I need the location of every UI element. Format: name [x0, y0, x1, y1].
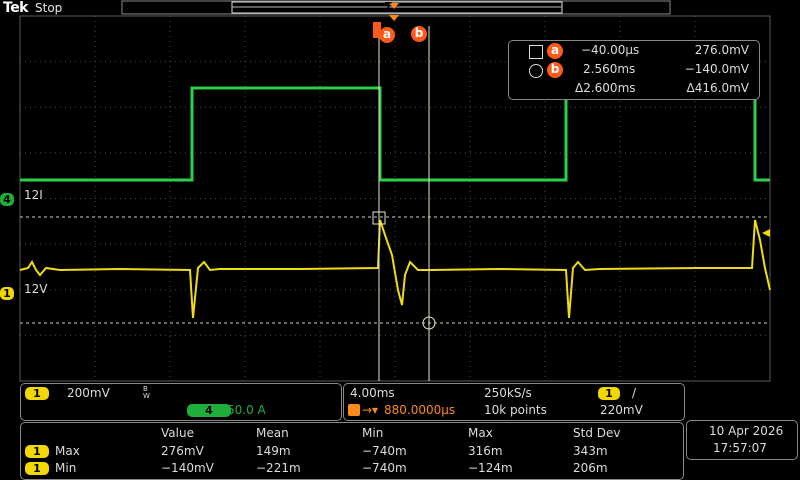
bandwidth-limit-icon: B W: [143, 385, 150, 400]
meas-name: Min: [55, 461, 77, 475]
meas-max: −124m: [468, 461, 513, 475]
cursor-b-time: 2.560ms: [583, 62, 636, 76]
trigger-marker-label: T: [385, 1, 392, 12]
brand-logo: Tek: [3, 0, 29, 16]
trigger-position-arrow: [389, 15, 399, 21]
cursor-a-time: −40.00µs: [581, 43, 640, 57]
trigger-source-badge[interactable]: 1: [598, 387, 620, 400]
meas-header-value: Value: [161, 426, 194, 440]
cursor-b-circle-icon: [529, 64, 543, 78]
ch1-trace: [19, 219, 771, 319]
horizontal-trigger-panel[interactable]: 4.00ms 250kS/s 1 / →▾ 880.0000µs 10k poi…: [343, 383, 685, 421]
cursor-delta-value: Δ416.0mV: [686, 81, 749, 95]
meas-mean: −221m: [256, 461, 301, 475]
cursor-a-square-icon: [529, 45, 543, 59]
ch4-ground-marker[interactable]: 4: [0, 188, 14, 207]
date-display: 10 Apr 2026: [709, 424, 784, 438]
time-display: 17:57:07: [713, 441, 767, 455]
meas-header-max: Max: [468, 426, 493, 440]
trigger-slope-icon: /: [632, 386, 637, 400]
ch1-label: 12V: [24, 282, 48, 296]
meas-min: −740m: [362, 444, 407, 458]
trigger-delay-arrow-icon: →▾: [362, 403, 379, 417]
trigger-delay-icon: [348, 404, 360, 416]
sample-rate: 250kS/s: [484, 386, 532, 400]
trigger-level: 220mV: [600, 403, 643, 417]
record-length: 10k points: [484, 403, 547, 417]
ch1-badge[interactable]: 1: [25, 387, 49, 400]
meas-max: 316m: [468, 444, 503, 458]
meas-value: 276mV: [161, 444, 204, 458]
meas-stddev: 343m: [573, 444, 608, 458]
cursor-delta-time: Δ2.600ms: [575, 81, 636, 95]
meas-header-mean: Mean: [256, 426, 289, 440]
trigger-delay: 880.0000µs: [384, 403, 456, 417]
vertical-settings-panel[interactable]: 1 200mV B W 4 50.0 A: [20, 383, 342, 421]
meas-ch-badge: 1: [25, 462, 49, 475]
meas-ch-badge: 1: [25, 445, 49, 458]
table-row[interactable]: 1 Max 276mV 149m −740m 316m 343m: [25, 444, 685, 460]
meas-value: −140mV: [161, 461, 214, 475]
cursor-b-value: −140.0mV: [684, 62, 749, 76]
datetime-panel: 10 Apr 2026 17:57:07: [686, 420, 798, 460]
meas-min: −740m: [362, 461, 407, 475]
run-state: Stop: [35, 1, 63, 15]
meas-stddev: 206m: [573, 461, 608, 475]
cursor-b-badge: b: [547, 62, 563, 78]
cursor-readout-panel[interactable]: a −40.00µs 276.0mV b 2.560ms −140.0mV Δ2…: [508, 40, 760, 100]
table-row[interactable]: 1 Min −140mV −221m −740m −124m 206m: [25, 461, 685, 477]
measurements-panel[interactable]: Value Mean Min Max Std Dev 1 Max 276mV 1…: [20, 422, 684, 480]
cursor-a-badge: a: [547, 43, 563, 59]
ch1-ground-marker[interactable]: 1: [0, 282, 14, 301]
ch1-scale: 200mV: [67, 386, 110, 400]
time-per-division: 4.00ms: [350, 386, 395, 400]
ch4-badge[interactable]: 4: [187, 404, 231, 417]
ch4-scale: 50.0 A: [227, 403, 266, 417]
cursor-a-tag[interactable]: a: [373, 22, 395, 43]
meas-name: Max: [55, 444, 80, 458]
meas-header-stddev: Std Dev: [573, 426, 621, 440]
trigger-level-marker[interactable]: [762, 229, 770, 237]
cursor-a-value: 276.0mV: [694, 43, 749, 57]
ch4-label: 12I: [24, 188, 43, 202]
meas-mean: 149m: [256, 444, 291, 458]
meas-header-min: Min: [362, 426, 384, 440]
cursor-b-tag[interactable]: b: [411, 22, 427, 42]
